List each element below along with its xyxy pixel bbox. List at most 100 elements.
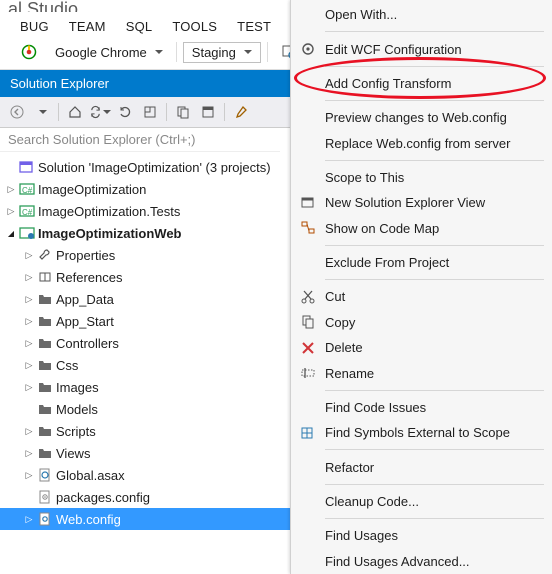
folder-node[interactable]: Css bbox=[0, 354, 290, 376]
delete-icon bbox=[291, 340, 325, 356]
menu-team[interactable]: TEAM bbox=[59, 16, 116, 37]
folder-icon bbox=[36, 313, 54, 329]
expand-icon[interactable] bbox=[22, 470, 36, 481]
expand-icon[interactable] bbox=[4, 206, 18, 217]
menu-delete[interactable]: Delete bbox=[291, 335, 552, 360]
properties-node[interactable]: Properties bbox=[0, 244, 290, 266]
menu-debug[interactable]: BUG bbox=[10, 16, 59, 37]
menu-separator bbox=[325, 279, 544, 280]
solution-explorer-search[interactable]: Search Solution Explorer (Ctrl+;) bbox=[0, 128, 280, 152]
node-label: References bbox=[56, 270, 286, 285]
expand-icon[interactable] bbox=[22, 316, 36, 327]
menu-separator bbox=[325, 484, 544, 485]
solution-config-selector[interactable]: Staging bbox=[183, 42, 261, 63]
chevron-down-icon bbox=[155, 50, 163, 54]
folder-node[interactable]: App_Start bbox=[0, 310, 290, 332]
menu-separator bbox=[325, 449, 544, 450]
menu-copy[interactable]: Copy bbox=[291, 310, 552, 335]
expand-icon[interactable] bbox=[22, 448, 36, 459]
menu-add-config-transform[interactable]: Add Config Transform bbox=[291, 71, 552, 96]
menu-cut[interactable]: Cut bbox=[291, 284, 552, 309]
folder-node[interactable]: App_Data bbox=[0, 288, 290, 310]
folder-node[interactable]: Views bbox=[0, 442, 290, 464]
folder-node[interactable]: Images bbox=[0, 376, 290, 398]
project-node[interactable]: C# ImageOptimization.Tests bbox=[0, 200, 290, 222]
expand-icon[interactable] bbox=[22, 272, 36, 283]
csharp-project-icon: C# bbox=[18, 181, 36, 197]
collapse-all-button[interactable] bbox=[139, 101, 161, 123]
node-label: Properties bbox=[56, 248, 286, 263]
collapse-icon[interactable] bbox=[4, 229, 18, 238]
expand-icon[interactable] bbox=[22, 338, 36, 349]
menu-replace-webconfig[interactable]: Replace Web.config from server bbox=[291, 130, 552, 155]
svg-text:C#: C# bbox=[22, 208, 33, 217]
folder-node[interactable]: Models bbox=[0, 398, 290, 420]
toolbar-separator bbox=[267, 42, 268, 62]
folder-icon bbox=[36, 445, 54, 461]
menu-edit-wcf[interactable]: Edit WCF Configuration bbox=[291, 36, 552, 61]
expand-icon[interactable] bbox=[22, 294, 36, 305]
menu-find-usages[interactable]: Find Usages bbox=[291, 523, 552, 548]
expand-icon[interactable] bbox=[22, 250, 36, 261]
preview-selected-button[interactable] bbox=[197, 101, 219, 123]
file-node-webconfig[interactable]: Web.config bbox=[0, 508, 290, 530]
menu-label: Copy bbox=[325, 315, 542, 330]
folder-node[interactable]: Controllers bbox=[0, 332, 290, 354]
menu-find-symbols-external[interactable]: Find Symbols External to Scope bbox=[291, 420, 552, 445]
codemap-icon bbox=[291, 220, 325, 236]
solution-node[interactable]: Solution 'ImageOptimization' (3 projects… bbox=[0, 156, 290, 178]
rename-icon bbox=[291, 365, 325, 381]
file-node[interactable]: Global.asax bbox=[0, 464, 290, 486]
properties-button[interactable] bbox=[230, 101, 252, 123]
node-label: Css bbox=[56, 358, 286, 373]
node-label: Web.config bbox=[56, 512, 286, 527]
references-node[interactable]: References bbox=[0, 266, 290, 288]
menu-separator bbox=[325, 245, 544, 246]
refresh-button[interactable] bbox=[114, 101, 136, 123]
project-node[interactable]: C# ImageOptimization bbox=[0, 178, 290, 200]
menu-label: Cleanup Code... bbox=[325, 494, 542, 509]
menu-preview-changes[interactable]: Preview changes to Web.config bbox=[291, 105, 552, 130]
folder-node[interactable]: Scripts bbox=[0, 420, 290, 442]
menu-find-usages-advanced[interactable]: Find Usages Advanced... bbox=[291, 548, 552, 573]
menu-cleanup-code[interactable]: Cleanup Code... bbox=[291, 489, 552, 514]
node-label: App_Data bbox=[56, 292, 286, 307]
forward-button[interactable] bbox=[31, 101, 53, 123]
toolbar-separator bbox=[176, 42, 177, 62]
home-button[interactable] bbox=[64, 101, 86, 123]
menu-label: Replace Web.config from server bbox=[325, 136, 542, 151]
menu-tools[interactable]: TOOLS bbox=[162, 16, 227, 37]
menu-open-with[interactable]: Open With... bbox=[291, 2, 552, 27]
menu-scope-to-this[interactable]: Scope to This bbox=[291, 165, 552, 190]
menu-label: Edit WCF Configuration bbox=[325, 42, 542, 57]
expand-icon[interactable] bbox=[22, 514, 36, 525]
menu-test[interactable]: TEST bbox=[227, 16, 281, 37]
project-node-web[interactable]: ImageOptimizationWeb bbox=[0, 222, 290, 244]
menu-rename[interactable]: Rename bbox=[291, 360, 552, 385]
menu-new-se-view[interactable]: New Solution Explorer View bbox=[291, 190, 552, 215]
folder-icon bbox=[36, 379, 54, 395]
file-node[interactable]: packages.config bbox=[0, 486, 290, 508]
menu-show-on-codemap[interactable]: Show on Code Map bbox=[291, 216, 552, 241]
project-label: ImageOptimization bbox=[38, 182, 286, 197]
menu-separator bbox=[325, 518, 544, 519]
expand-icon[interactable] bbox=[22, 426, 36, 437]
browser-icon[interactable] bbox=[14, 41, 44, 63]
sync-active-doc-button[interactable] bbox=[89, 101, 111, 123]
menu-exclude[interactable]: Exclude From Project bbox=[291, 250, 552, 275]
node-label: Scripts bbox=[56, 424, 286, 439]
back-button[interactable] bbox=[6, 101, 28, 123]
svg-text:C#: C# bbox=[22, 186, 33, 195]
menu-find-code-issues[interactable]: Find Code Issues bbox=[291, 395, 552, 420]
chevron-down-icon bbox=[244, 50, 252, 54]
project-label: ImageOptimization.Tests bbox=[38, 204, 286, 219]
show-all-files-button[interactable] bbox=[172, 101, 194, 123]
expand-icon[interactable] bbox=[22, 360, 36, 371]
expand-icon[interactable] bbox=[4, 184, 18, 195]
menu-label: Find Usages Advanced... bbox=[325, 554, 542, 569]
menu-label: New Solution Explorer View bbox=[325, 195, 542, 210]
browser-selector[interactable]: Google Chrome bbox=[48, 42, 170, 63]
menu-refactor[interactable]: Refactor bbox=[291, 454, 552, 479]
menu-sql[interactable]: SQL bbox=[116, 16, 163, 37]
expand-icon[interactable] bbox=[22, 382, 36, 393]
